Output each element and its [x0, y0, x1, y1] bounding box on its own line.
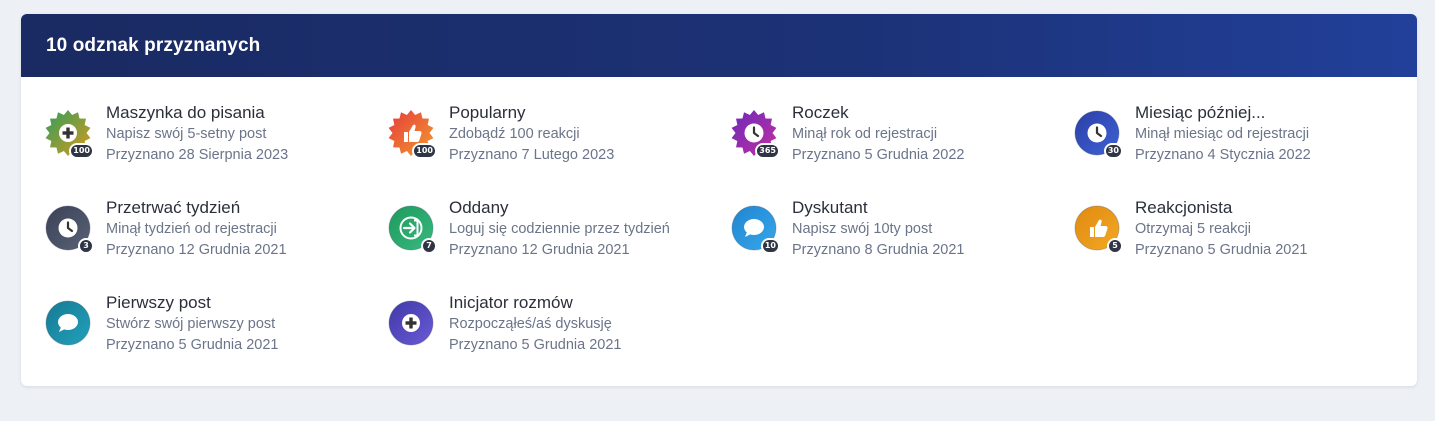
- card-header: 10 odznak przyznanych: [21, 14, 1417, 77]
- badge-description: Napisz swój 10ty post: [792, 221, 933, 237]
- badge-title: Popularny: [449, 103, 526, 122]
- badge-description: Otrzymaj 5 reakcji: [1135, 221, 1252, 237]
- badge-icon-roczek: 365: [731, 110, 780, 159]
- badge-description: Minął rok od rejestracji: [792, 126, 938, 142]
- badge-item-dyskutant[interactable]: 10 Dyskutant Napisz swój 10ty post Przyznan…: [731, 198, 1074, 293]
- badge-date: Przyznano 5 Grudnia 2021: [1135, 242, 1308, 258]
- badge-title: Pierwszy post: [106, 293, 211, 312]
- badge-count: 100: [69, 143, 94, 159]
- badge-title: Reakcjonista: [1135, 198, 1233, 217]
- badge-item-roczek[interactable]: 365 Roczek Minął rok od rejestracji Przyzna…: [731, 103, 1074, 198]
- badge-description: Loguj się codziennie przez tydzień: [449, 221, 670, 237]
- badge-count: 10: [760, 238, 780, 254]
- badge-title: Maszynka do pisania: [106, 103, 265, 122]
- badge-title: Oddany: [449, 198, 509, 217]
- badge-icon-inicjator-rozmow: [388, 300, 434, 346]
- badge-date: Przyznano 5 Grudnia 2021: [449, 337, 622, 353]
- badge-date: Przyznano 12 Grudnia 2021: [106, 242, 287, 258]
- badge-item-inicjator-rozmow[interactable]: Inicjator rozmów Rozpocząłeś/aś dyskusję P…: [388, 293, 731, 386]
- badge-icon-przetrwac-tydzien: 3: [45, 205, 94, 254]
- badge-icon-pierwszy-post: [45, 300, 91, 346]
- badge-description: Zdobądź 100 reakcji: [449, 126, 580, 142]
- badges-card: 10 odznak przyznanych 100 Maszynka do pis…: [21, 14, 1417, 386]
- badge-description: Napisz swój 5-setny post: [106, 126, 267, 142]
- badge-icon-reakcjonista: 5: [1074, 205, 1123, 254]
- badge-date: Przyznano 8 Grudnia 2021: [792, 242, 965, 258]
- badge-title: Roczek: [792, 103, 849, 122]
- badge-item-popularny[interactable]: 100 Popularny Zdobądź 100 reakcji Przyznano…: [388, 103, 731, 198]
- badge-count: 3: [78, 238, 94, 254]
- badge-description: Minął miesiąc od rejestracji: [1135, 126, 1310, 142]
- badge-date: Przyznano 28 Sierpnia 2023: [106, 147, 289, 163]
- badge-description: Rozpocząłeś/aś dyskusję: [449, 316, 612, 332]
- badge-count: 7: [421, 238, 437, 254]
- badge-count: 30: [1103, 143, 1123, 159]
- badge-date: Przyznano 4 Stycznia 2022: [1135, 147, 1311, 163]
- badge-description: Minął tydzień od rejestracji: [106, 221, 277, 237]
- badge-icon-maszynka-do-pisania: 100: [45, 110, 94, 159]
- plus-icon: [388, 300, 434, 346]
- badge-item-pierwszy-post[interactable]: Pierwszy post Stwórz swój pierwszy post Pr…: [45, 293, 388, 386]
- badge-title: Przetrwać tydzień: [106, 198, 241, 217]
- chat-bubble-icon: [45, 300, 91, 346]
- badge-item-przetrwac-tydzien[interactable]: 3 Przetrwać tydzień Minął tydzień od rejes…: [45, 198, 388, 293]
- badge-description: Stwórz swój pierwszy post: [106, 316, 276, 332]
- badge-item-oddany[interactable]: 7 Oddany Loguj się codziennie przez tydzie…: [388, 198, 731, 293]
- badge-icon-miesiac-pozniej: 30: [1074, 110, 1123, 159]
- badge-item-maszynka-do-pisania[interactable]: 100 Maszynka do pisania Napisz swój 5-setn…: [45, 103, 388, 198]
- badge-count: 5: [1107, 238, 1123, 254]
- badge-item-miesiac-pozniej[interactable]: 30 Miesiąc później... Minął miesiąc od rej…: [1074, 103, 1417, 198]
- badges-grid: 100 Maszynka do pisania Napisz swój 5-setn…: [21, 77, 1417, 386]
- badge-count: 100: [412, 143, 437, 159]
- badge-title: Dyskutant: [792, 198, 868, 217]
- badge-date: Przyznano 12 Grudnia 2021: [449, 242, 630, 258]
- card-title: 10 odznak przyznanych: [46, 34, 261, 56]
- badge-date: Przyznano 5 Grudnia 2022: [792, 147, 965, 163]
- badge-icon-dyskutant: 10: [731, 205, 780, 254]
- badge-date: Przyznano 7 Lutego 2023: [449, 147, 615, 163]
- badge-title: Miesiąc później...: [1135, 103, 1266, 122]
- badge-title: Inicjator rozmów: [449, 293, 573, 312]
- badge-item-reakcjonista[interactable]: 5 Reakcjonista Otrzymaj 5 reakcji Przyznano…: [1074, 198, 1417, 293]
- badge-icon-oddany: 7: [388, 205, 437, 254]
- badge-count: 365: [755, 143, 780, 159]
- badge-date: Przyznano 5 Grudnia 2021: [106, 337, 279, 353]
- badge-icon-popularny: 100: [388, 110, 437, 159]
